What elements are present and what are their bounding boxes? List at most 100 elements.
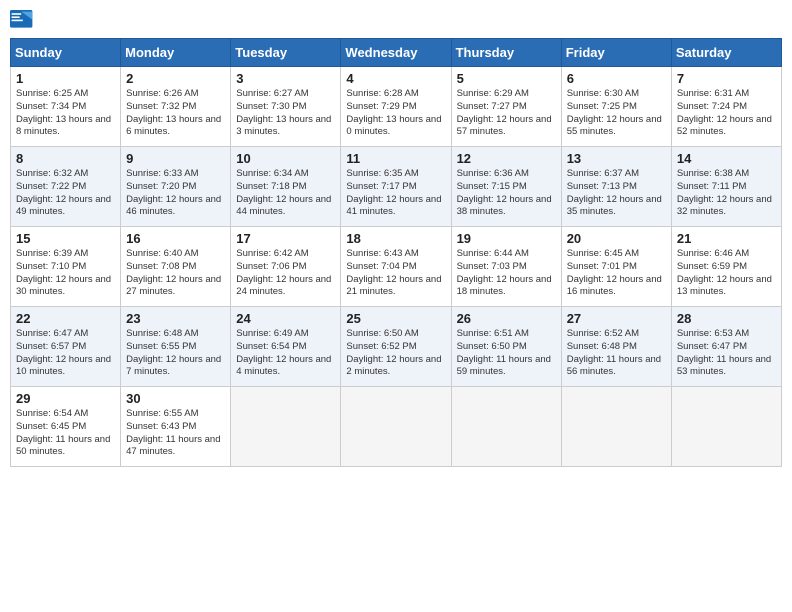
calendar-empty-cell — [451, 387, 561, 467]
calendar-day-cell: 13 Sunrise: 6:37 AMSunset: 7:13 PMDayligh… — [561, 147, 671, 227]
page-header — [10, 10, 782, 30]
calendar-day-cell: 12 Sunrise: 6:36 AMSunset: 7:15 PMDayligh… — [451, 147, 561, 227]
day-number: 11 — [346, 151, 445, 166]
day-info: Sunrise: 6:29 AMSunset: 7:27 PMDaylight:… — [457, 88, 556, 139]
day-number: 19 — [457, 231, 556, 246]
calendar-day-cell: 2 Sunrise: 6:26 AMSunset: 7:32 PMDaylight… — [121, 67, 231, 147]
calendar-day-cell: 14 Sunrise: 6:38 AMSunset: 7:11 PMDayligh… — [671, 147, 781, 227]
day-number: 25 — [346, 311, 445, 326]
calendar-empty-cell — [231, 387, 341, 467]
day-info: Sunrise: 6:52 AMSunset: 6:48 PMDaylight:… — [567, 328, 666, 379]
day-info: Sunrise: 6:54 AMSunset: 6:45 PMDaylight:… — [16, 408, 115, 459]
calendar-day-cell: 24 Sunrise: 6:49 AMSunset: 6:54 PMDayligh… — [231, 307, 341, 387]
calendar-week-row: 15 Sunrise: 6:39 AMSunset: 7:10 PMDayligh… — [11, 227, 782, 307]
day-info: Sunrise: 6:25 AMSunset: 7:34 PMDaylight:… — [16, 88, 115, 139]
day-info: Sunrise: 6:50 AMSunset: 6:52 PMDaylight:… — [346, 328, 445, 379]
calendar-header-friday: Friday — [561, 39, 671, 67]
day-info: Sunrise: 6:40 AMSunset: 7:08 PMDaylight:… — [126, 248, 225, 299]
calendar-day-cell: 26 Sunrise: 6:51 AMSunset: 6:50 PMDayligh… — [451, 307, 561, 387]
day-number: 28 — [677, 311, 776, 326]
logo-icon — [10, 10, 34, 30]
day-info: Sunrise: 6:42 AMSunset: 7:06 PMDaylight:… — [236, 248, 335, 299]
calendar-day-cell: 3 Sunrise: 6:27 AMSunset: 7:30 PMDaylight… — [231, 67, 341, 147]
calendar-day-cell: 6Sunrise: 6:30 AMSunset: 7:25 PMDaylight… — [561, 67, 671, 147]
day-number: 5 — [457, 71, 556, 86]
calendar-day-cell: 17 Sunrise: 6:42 AMSunset: 7:06 PMDayligh… — [231, 227, 341, 307]
day-number: 9 — [126, 151, 225, 166]
day-info: Sunrise: 6:51 AMSunset: 6:50 PMDaylight:… — [457, 328, 556, 379]
calendar-day-cell: 27Sunrise: 6:52 AMSunset: 6:48 PMDayligh… — [561, 307, 671, 387]
day-number: 22 — [16, 311, 115, 326]
day-number: 2 — [126, 71, 225, 86]
day-number: 1 — [16, 71, 115, 86]
day-number: 7 — [677, 71, 776, 86]
logo — [10, 10, 38, 30]
calendar-day-cell: 5 Sunrise: 6:29 AMSunset: 7:27 PMDaylight… — [451, 67, 561, 147]
day-info: Sunrise: 6:43 AMSunset: 7:04 PMDaylight:… — [346, 248, 445, 299]
calendar-table: SundayMondayTuesdayWednesdayThursdayFrid… — [10, 38, 782, 467]
day-info: Sunrise: 6:33 AMSunset: 7:20 PMDaylight:… — [126, 168, 225, 219]
day-info: Sunrise: 6:49 AMSunset: 6:54 PMDaylight:… — [236, 328, 335, 379]
day-info: Sunrise: 6:26 AMSunset: 7:32 PMDaylight:… — [126, 88, 225, 139]
calendar-day-cell: 9 Sunrise: 6:33 AMSunset: 7:20 PMDaylight… — [121, 147, 231, 227]
day-number: 14 — [677, 151, 776, 166]
calendar-header-row: SundayMondayTuesdayWednesdayThursdayFrid… — [11, 39, 782, 67]
day-number: 18 — [346, 231, 445, 246]
calendar-empty-cell — [561, 387, 671, 467]
day-info: Sunrise: 6:30 AMSunset: 7:25 PMDaylight:… — [567, 88, 666, 139]
day-info: Sunrise: 6:44 AMSunset: 7:03 PMDaylight:… — [457, 248, 556, 299]
calendar-week-row: 29 Sunrise: 6:54 AMSunset: 6:45 PMDayligh… — [11, 387, 782, 467]
calendar-header-sunday: Sunday — [11, 39, 121, 67]
calendar-empty-cell — [341, 387, 451, 467]
calendar-week-row: 1 Sunrise: 6:25 AMSunset: 7:34 PMDaylight… — [11, 67, 782, 147]
day-number: 3 — [236, 71, 335, 86]
day-number: 24 — [236, 311, 335, 326]
calendar-day-cell: 11 Sunrise: 6:35 AMSunset: 7:17 PMDayligh… — [341, 147, 451, 227]
calendar-day-cell: 23 Sunrise: 6:48 AMSunset: 6:55 PMDayligh… — [121, 307, 231, 387]
calendar-day-cell: 18 Sunrise: 6:43 AMSunset: 7:04 PMDayligh… — [341, 227, 451, 307]
day-info: Sunrise: 6:48 AMSunset: 6:55 PMDaylight:… — [126, 328, 225, 379]
calendar-day-cell: 28 Sunrise: 6:53 AMSunset: 6:47 PMDayligh… — [671, 307, 781, 387]
day-info: Sunrise: 6:28 AMSunset: 7:29 PMDaylight:… — [346, 88, 445, 139]
day-info: Sunrise: 6:39 AMSunset: 7:10 PMDaylight:… — [16, 248, 115, 299]
calendar-day-cell: 22Sunrise: 6:47 AMSunset: 6:57 PMDayligh… — [11, 307, 121, 387]
day-info: Sunrise: 6:55 AMSunset: 6:43 PMDaylight:… — [126, 408, 225, 459]
day-info: Sunrise: 6:34 AMSunset: 7:18 PMDaylight:… — [236, 168, 335, 219]
day-info: Sunrise: 6:35 AMSunset: 7:17 PMDaylight:… — [346, 168, 445, 219]
day-number: 17 — [236, 231, 335, 246]
calendar-week-row: 22Sunrise: 6:47 AMSunset: 6:57 PMDayligh… — [11, 307, 782, 387]
day-info: Sunrise: 6:53 AMSunset: 6:47 PMDaylight:… — [677, 328, 776, 379]
calendar-day-cell: 1 Sunrise: 6:25 AMSunset: 7:34 PMDaylight… — [11, 67, 121, 147]
calendar-header-thursday: Thursday — [451, 39, 561, 67]
day-number: 13 — [567, 151, 666, 166]
day-info: Sunrise: 6:31 AMSunset: 7:24 PMDaylight:… — [677, 88, 776, 139]
day-number: 20 — [567, 231, 666, 246]
day-info: Sunrise: 6:37 AMSunset: 7:13 PMDaylight:… — [567, 168, 666, 219]
day-number: 23 — [126, 311, 225, 326]
calendar-day-cell: 19 Sunrise: 6:44 AMSunset: 7:03 PMDayligh… — [451, 227, 561, 307]
calendar-header-tuesday: Tuesday — [231, 39, 341, 67]
calendar-empty-cell — [671, 387, 781, 467]
day-number: 8 — [16, 151, 115, 166]
day-number: 26 — [457, 311, 556, 326]
calendar-body: 1 Sunrise: 6:25 AMSunset: 7:34 PMDaylight… — [11, 67, 782, 467]
day-number: 29 — [16, 391, 115, 406]
calendar-day-cell: 15 Sunrise: 6:39 AMSunset: 7:10 PMDayligh… — [11, 227, 121, 307]
calendar-day-cell: 10 Sunrise: 6:34 AMSunset: 7:18 PMDayligh… — [231, 147, 341, 227]
day-number: 15 — [16, 231, 115, 246]
day-number: 16 — [126, 231, 225, 246]
day-number: 10 — [236, 151, 335, 166]
calendar-day-cell: 25 Sunrise: 6:50 AMSunset: 6:52 PMDayligh… — [341, 307, 451, 387]
day-number: 4 — [346, 71, 445, 86]
calendar-header-wednesday: Wednesday — [341, 39, 451, 67]
day-info: Sunrise: 6:38 AMSunset: 7:11 PMDaylight:… — [677, 168, 776, 219]
calendar-day-cell: 30Sunrise: 6:55 AMSunset: 6:43 PMDayligh… — [121, 387, 231, 467]
calendar-header-monday: Monday — [121, 39, 231, 67]
calendar-week-row: 8Sunrise: 6:32 AMSunset: 7:22 PMDaylight… — [11, 147, 782, 227]
calendar-day-cell: 20Sunrise: 6:45 AMSunset: 7:01 PMDayligh… — [561, 227, 671, 307]
calendar-day-cell: 7 Sunrise: 6:31 AMSunset: 7:24 PMDaylight… — [671, 67, 781, 147]
day-info: Sunrise: 6:27 AMSunset: 7:30 PMDaylight:… — [236, 88, 335, 139]
calendar-header-saturday: Saturday — [671, 39, 781, 67]
day-info: Sunrise: 6:36 AMSunset: 7:15 PMDaylight:… — [457, 168, 556, 219]
day-number: 12 — [457, 151, 556, 166]
